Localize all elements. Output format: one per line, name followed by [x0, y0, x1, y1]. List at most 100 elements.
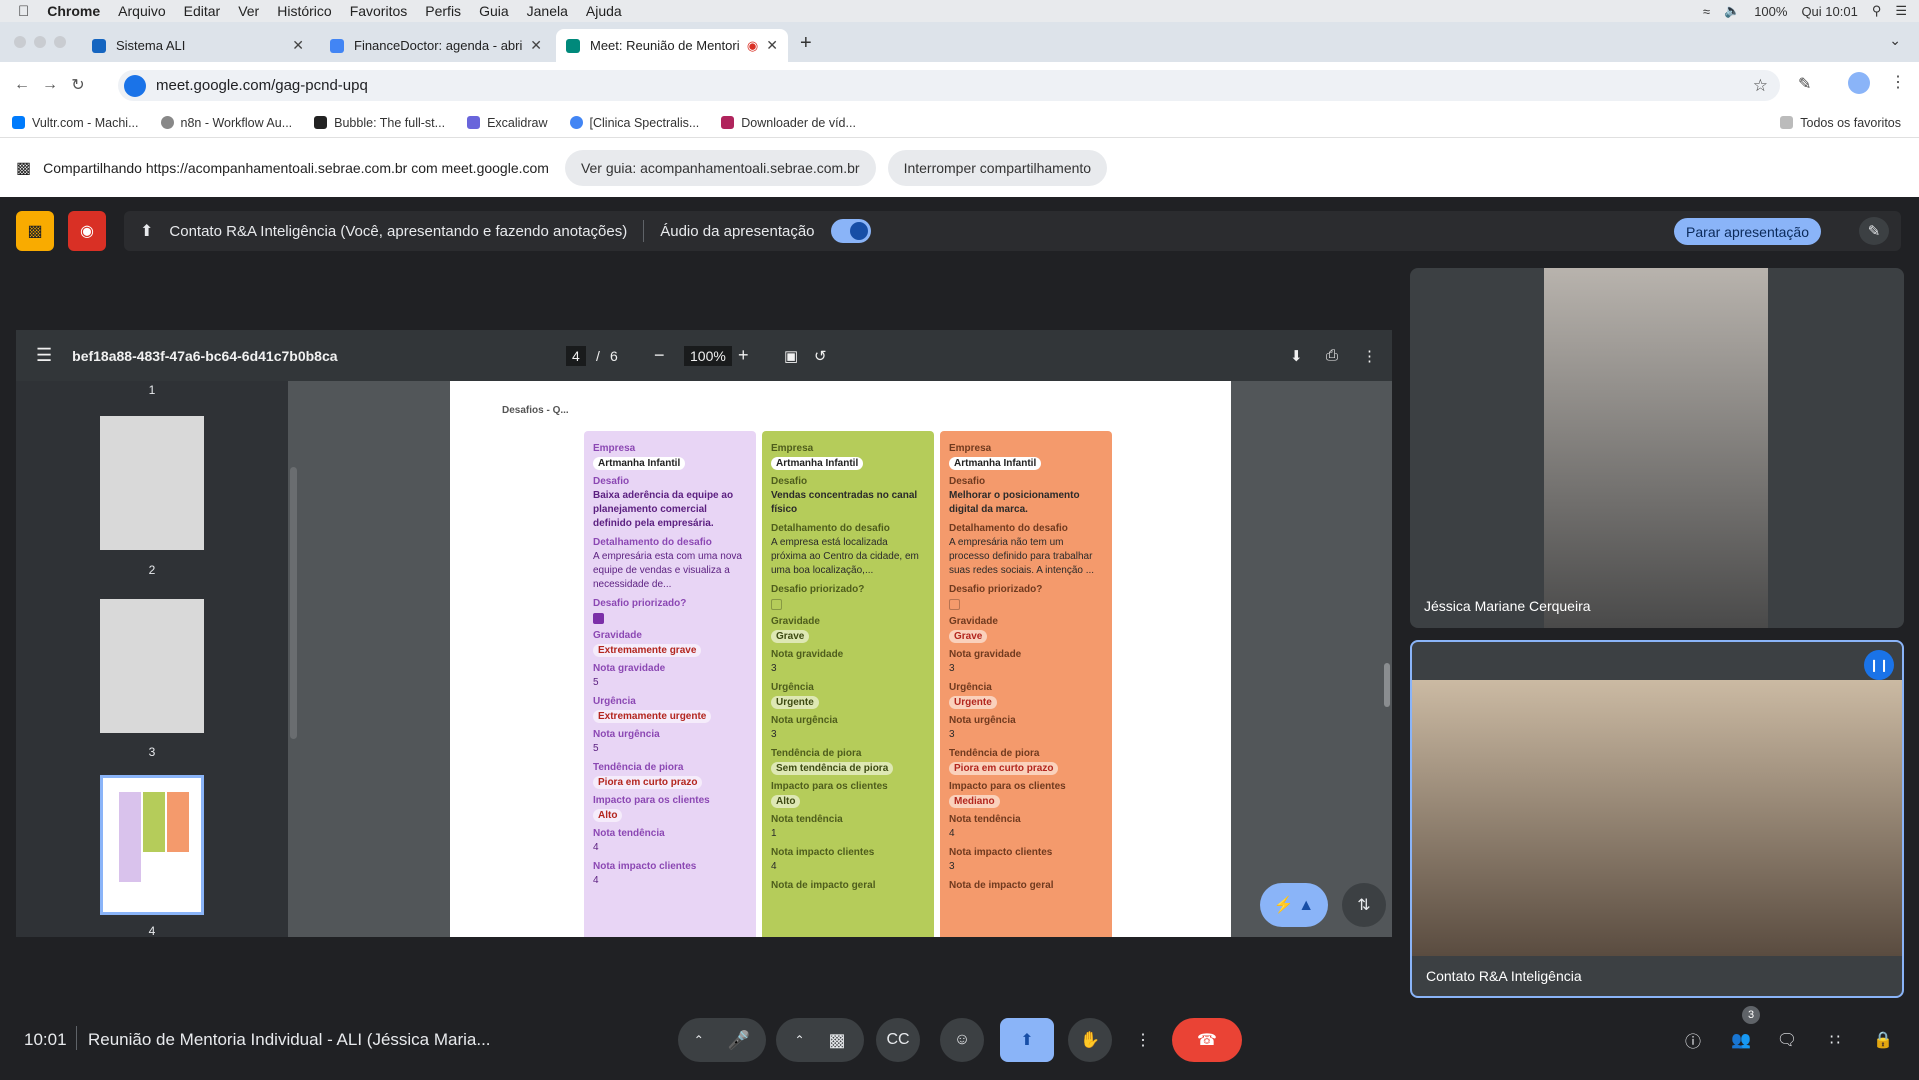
camera-icon[interactable]: ▩ [829, 1030, 846, 1051]
profile-avatar[interactable] [1848, 72, 1870, 94]
battery-text[interactable]: 100% [1754, 4, 1787, 19]
download-icon[interactable]: ⬇ [1290, 347, 1303, 365]
chevron-up-icon[interactable]: ⌃ [694, 1033, 704, 1047]
card-field-label: Nota urgência [949, 715, 1016, 726]
menu-item[interactable]: Ver [238, 3, 259, 19]
audio-toggle[interactable] [830, 219, 871, 243]
fit-page-icon[interactable]: ▣ [784, 347, 798, 365]
menu-app-name[interactable]: Chrome [47, 3, 100, 19]
menu-item[interactable]: Arquivo [118, 3, 165, 19]
close-window-icon[interactable] [14, 36, 26, 48]
info-icon[interactable]: ⓘ [1680, 1027, 1706, 1053]
browser-tabbar: Sistema ALI ✕ FinanceDoctor: agenda - ab… [0, 22, 1919, 62]
raise-hand-button[interactable]: ✋ [1068, 1018, 1112, 1062]
leave-call-button[interactable]: ☎ [1172, 1018, 1242, 1062]
menu-item[interactable]: Perfis [425, 3, 461, 19]
page-thumbnail[interactable] [100, 416, 204, 550]
volume-icon[interactable]: 🔈 [1724, 3, 1740, 19]
present-icon: ⬆ [140, 223, 154, 240]
view-tab-button[interactable]: Ver guia: acompanhamentoali.sebrae.com.b… [564, 149, 876, 186]
minimize-window-icon[interactable] [34, 36, 46, 48]
card-field-value: 3 [949, 861, 955, 872]
tab-meet[interactable]: Meet: Reunião de Mentori ◉ ✕ [556, 29, 788, 62]
close-tab-icon[interactable]: ✕ [766, 37, 778, 54]
participant-tile-self[interactable]: ❙❙ Contato R&A Inteligência [1410, 640, 1904, 998]
menu-item[interactable]: Histórico [277, 3, 331, 19]
tab-financedoctor[interactable]: FinanceDoctor: agenda - abril ✕ [320, 29, 552, 62]
more-options-icon[interactable]: ⋮ [1362, 347, 1377, 365]
no-screen-share-icon[interactable]: ▩ [16, 211, 54, 251]
close-tab-icon[interactable]: ✕ [530, 37, 542, 54]
zoom-in-icon[interactable]: + [738, 345, 749, 366]
bookmark-item[interactable]: Vultr.com - Machi... [12, 116, 139, 130]
host-controls-icon[interactable]: 🔒 [1870, 1027, 1896, 1053]
bookmark-item[interactable]: n8n - Workflow Au... [160, 116, 292, 130]
forward-icon[interactable]: → [36, 76, 64, 94]
clock[interactable]: Qui 10:01 [1801, 4, 1857, 19]
page-number-input[interactable]: 4 [566, 345, 586, 366]
bookmark-item[interactable]: Excalidraw [467, 116, 548, 130]
stop-sharing-button[interactable]: Interromper compartilhamento [887, 149, 1108, 186]
extensions-icon[interactable]: ✎ [1798, 74, 1811, 94]
menu-item[interactable]: Editar [184, 3, 221, 19]
camera-control[interactable]: ⌃ ▩ [776, 1018, 864, 1062]
print-icon[interactable]: ⎙ [1326, 347, 1338, 364]
microphone-icon[interactable]: 🎤 [728, 1030, 750, 1051]
sidebar-scrollbar[interactable] [290, 467, 297, 739]
bookmark-item[interactable]: Downloader de víd... [721, 116, 856, 130]
tab-sistema-ali[interactable]: Sistema ALI ✕ [82, 29, 314, 62]
tab-search-icon[interactable]: ⌄ [1889, 32, 1901, 49]
annotation-tools-button[interactable]: ⚡ ▲ [1260, 883, 1328, 927]
more-options-button[interactable]: ⋮ [1128, 1018, 1158, 1062]
bookmark-star-icon[interactable]: ☆ [1753, 76, 1768, 96]
chrome-menu-icon[interactable]: ⋮ [1890, 72, 1906, 92]
reload-icon[interactable]: ↻ [64, 75, 92, 95]
card-chip: Artmanha Infantil [771, 457, 864, 470]
all-bookmarks[interactable]: Todos os favoritos [1780, 116, 1901, 130]
rotate-icon[interactable]: ↺ [814, 347, 827, 365]
zoom-window-icon[interactable] [54, 36, 66, 48]
microphone-control[interactable]: ⌃ 🎤 [678, 1018, 766, 1062]
menu-item[interactable]: Favoritos [350, 3, 408, 19]
card-field-label: Empresa [593, 443, 636, 454]
apple-icon[interactable]:  [18, 3, 29, 20]
omnibox[interactable]: meet.google.com/gag-pcnd-upq ☆ [118, 70, 1780, 101]
menu-icon[interactable]: ☰ [36, 345, 52, 366]
annotate-icon[interactable]: ✎ [1859, 217, 1889, 245]
captions-button[interactable]: CC [876, 1018, 920, 1062]
back-icon[interactable]: ← [8, 76, 36, 94]
swap-icon[interactable]: ⇅ [1342, 883, 1386, 927]
menu-item[interactable]: Ajuda [586, 3, 622, 19]
priority-checkbox[interactable] [949, 599, 960, 610]
priority-checkbox[interactable] [771, 599, 782, 610]
zoom-input[interactable]: 100% [684, 345, 732, 366]
page-thumbnail-active[interactable] [100, 775, 204, 915]
close-tab-icon[interactable]: ✕ [292, 37, 304, 54]
menu-item[interactable]: Janela [527, 3, 568, 19]
present-button[interactable]: ⬆ [1000, 1018, 1054, 1062]
wifi-icon[interactable]: ≈ [1703, 4, 1710, 19]
bookmark-item[interactable]: Bubble: The full-st... [314, 116, 445, 130]
site-info-icon[interactable] [124, 74, 146, 97]
pdf-scrollbar[interactable] [1384, 663, 1390, 707]
stop-presenting-button[interactable]: Parar apresentação [1674, 218, 1821, 245]
chevron-up-icon[interactable]: ⌃ [794, 1033, 804, 1047]
meeting-title[interactable]: Reunião de Mentoria Individual - ALI (Jé… [88, 1030, 491, 1050]
zoom-out-icon[interactable]: − [654, 345, 665, 366]
bookmark-item[interactable]: [Clinica Spectralis... [569, 116, 699, 130]
pdf-page: Desafios - Q... Empresa Artmanha Infantil… [450, 381, 1231, 937]
new-tab-icon[interactable]: + [800, 32, 812, 55]
participant-tile[interactable]: Jéssica Mariane Cerqueira [1410, 268, 1904, 628]
control-center-icon[interactable]: ☰ [1895, 3, 1907, 19]
chat-icon[interactable]: 🗨 [1774, 1027, 1800, 1053]
record-icon[interactable]: ◉ [68, 211, 106, 251]
page-thumbnail[interactable] [100, 599, 204, 733]
emoji-button[interactable]: ☺ [940, 1018, 984, 1062]
participant-name: Jéssica Mariane Cerqueira [1424, 598, 1591, 614]
priority-checkbox[interactable] [593, 613, 604, 624]
search-icon[interactable]: ⚲ [1872, 3, 1882, 19]
activities-icon[interactable]: ∷ [1822, 1027, 1848, 1053]
people-icon[interactable]: 👥 [1728, 1027, 1754, 1053]
menu-item[interactable]: Guia [479, 3, 509, 19]
url-text[interactable]: meet.google.com/gag-pcnd-upq [156, 77, 368, 94]
